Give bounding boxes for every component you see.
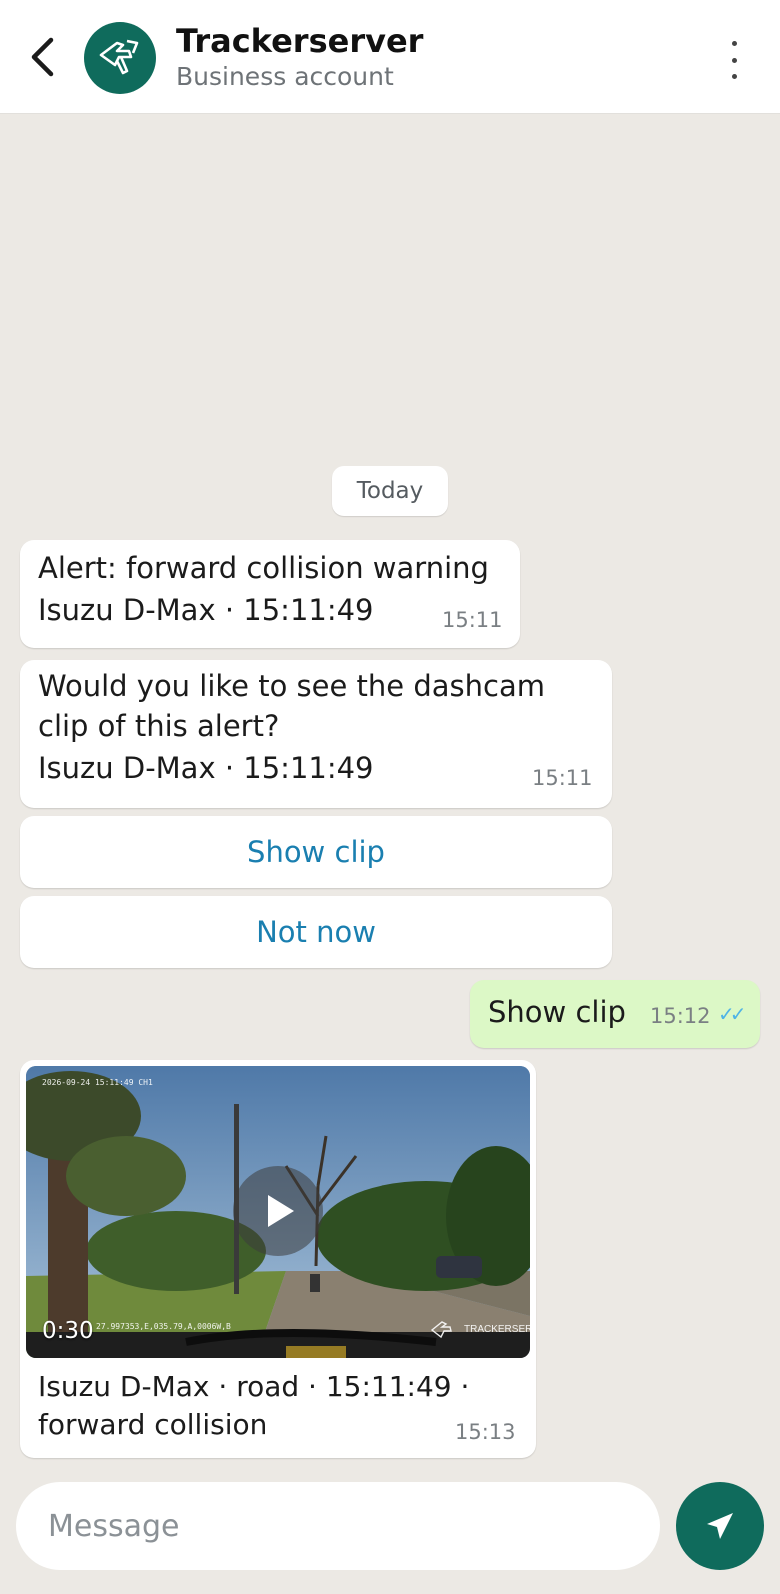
message-time: 15:11 — [532, 766, 593, 790]
message-text-line: Would you like to see the dashcam — [38, 669, 546, 703]
video-watermark: TRACKERSERVER — [430, 1318, 530, 1340]
play-icon — [268, 1195, 294, 1227]
incoming-message[interactable]: Would you like to see the dashcam clip o… — [20, 660, 612, 808]
message-time: 15:11 — [442, 608, 503, 632]
message-text-line: Alert: forward collision warning — [38, 551, 489, 585]
quick-reply-not-now[interactable]: Not now — [20, 896, 612, 968]
send-icon — [707, 1513, 733, 1539]
video-duration: 0:30 — [42, 1318, 94, 1344]
video-timestamp-overlay: 2026-09-24 15:11:49 CH1 — [42, 1078, 153, 1087]
quick-reply-show-clip[interactable]: Show clip — [20, 816, 612, 888]
message-text: Show clip — [488, 995, 626, 1029]
message-text-line: Isuzu D-Max · 15:11:49 — [38, 751, 374, 785]
message-time: 15:13 — [455, 1420, 516, 1444]
more-vertical-icon — [731, 41, 737, 46]
back-button[interactable] — [22, 34, 62, 80]
date-divider: Today — [332, 466, 448, 516]
video-caption: Isuzu D-Max · road · 15:11:49 · forward … — [38, 1370, 470, 1441]
message-time: 15:12 — [650, 1004, 711, 1028]
video-thumbnail[interactable]: 2026-09-24 15:11:49 CH1 0:30 TRACKERSERV… — [26, 1066, 530, 1358]
message-text-line: clip of this alert? — [38, 709, 280, 743]
chat-subtitle: Business account — [176, 62, 394, 91]
play-button[interactable] — [233, 1166, 323, 1256]
read-receipt-icon: ✓✓ — [718, 1002, 746, 1026]
avatar[interactable] — [84, 22, 156, 94]
message-input[interactable] — [48, 1502, 638, 1550]
send-button[interactable] — [676, 1482, 764, 1570]
more-options-button[interactable] — [716, 38, 752, 82]
incoming-message[interactable]: Alert: forward collision warning Isuzu D… — [20, 540, 520, 648]
chat-header: Trackerserver Business account — [0, 0, 780, 114]
incoming-video-message[interactable]: 2026-09-24 15:11:49 CH1 0:30 TRACKERSERV… — [20, 1060, 536, 1458]
video-coords-overlay: 27.997353,E,035.79,A,0006W,B — [96, 1322, 231, 1331]
trackerserver-logo-icon — [430, 1321, 452, 1339]
chat-title: Trackerserver — [176, 22, 424, 60]
trackerserver-logo-icon — [99, 39, 139, 75]
chevron-left-icon — [31, 37, 54, 77]
watermark-text: TRACKERSERVER — [464, 1323, 530, 1335]
message-compose — [16, 1482, 660, 1570]
message-text-line: Isuzu D-Max · 15:11:49 — [38, 593, 374, 627]
outgoing-message[interactable]: Show clip 15:12 ✓✓ — [470, 980, 760, 1048]
